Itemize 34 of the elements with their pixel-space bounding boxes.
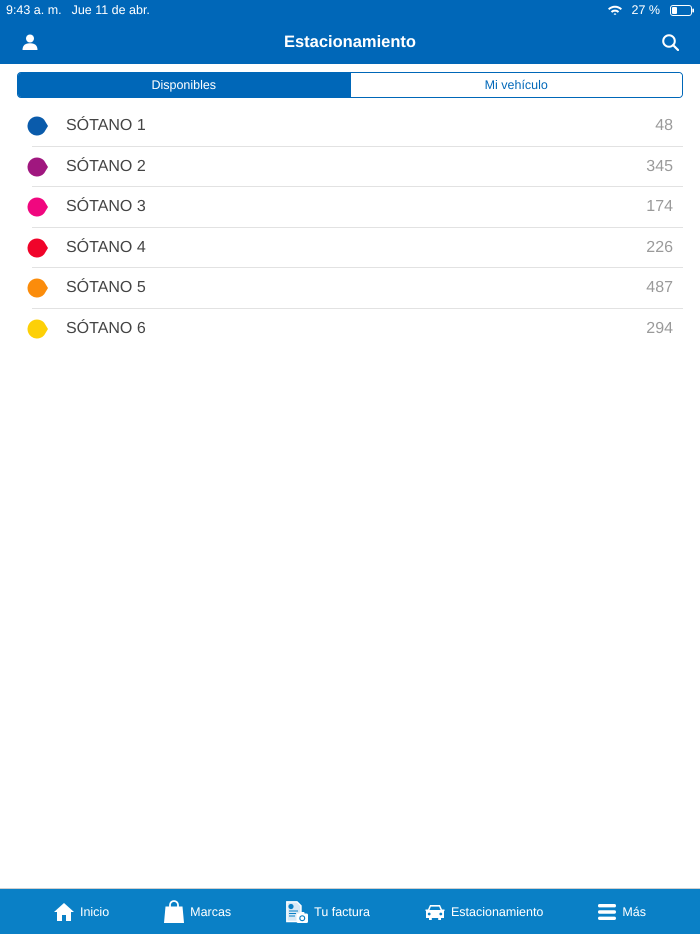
tab-bar-button[interactable]: Inicio: [54, 902, 110, 920]
tab-bar-button[interactable]: Marcas: [164, 900, 232, 923]
home-icon: [54, 902, 74, 920]
space-count: 487: [646, 279, 673, 298]
space-count: 294: [646, 320, 673, 338]
tab-bar-button[interactable]: Más: [598, 904, 646, 920]
wifi-icon: [608, 5, 622, 15]
level-name[interactable]: SÓTANO 2: [66, 158, 646, 176]
battery-icon: [670, 4, 694, 16]
segment-tab[interactable]: Mi vehículo: [350, 73, 682, 97]
tab-bar-button[interactable]: Estacionamiento: [424, 904, 544, 920]
shopping-bag-icon: [164, 900, 184, 923]
status-date: Jue 11 de abr.: [72, 3, 150, 17]
invoice-camera-icon: [286, 900, 308, 922]
profile-button[interactable]: [22, 34, 38, 50]
search-button[interactable]: [662, 34, 679, 50]
level-name[interactable]: SÓTANO 5: [66, 279, 646, 298]
space-count: 174: [646, 198, 673, 216]
space-count: 48: [655, 117, 673, 136]
segment-tab[interactable]: Disponibles: [18, 73, 350, 97]
status-time: 9:43 a. m.: [6, 3, 62, 17]
level-name[interactable]: SÓTANO 6: [66, 320, 646, 338]
page-title: Estacionamiento: [284, 32, 416, 52]
space-count: 345: [646, 158, 673, 176]
level-name[interactable]: SÓTANO 1: [66, 117, 656, 136]
tab-bar-button[interactable]: Tu factura: [286, 900, 370, 922]
user-icon: [22, 34, 38, 50]
car-icon: [424, 904, 445, 920]
battery-percent: 27 %: [632, 3, 660, 17]
menu-icon: [598, 904, 616, 920]
search-icon: [662, 34, 679, 50]
level-name[interactable]: SÓTANO 3: [66, 198, 646, 216]
space-count: 226: [646, 238, 673, 257]
level-name[interactable]: SÓTANO 4: [66, 238, 646, 257]
